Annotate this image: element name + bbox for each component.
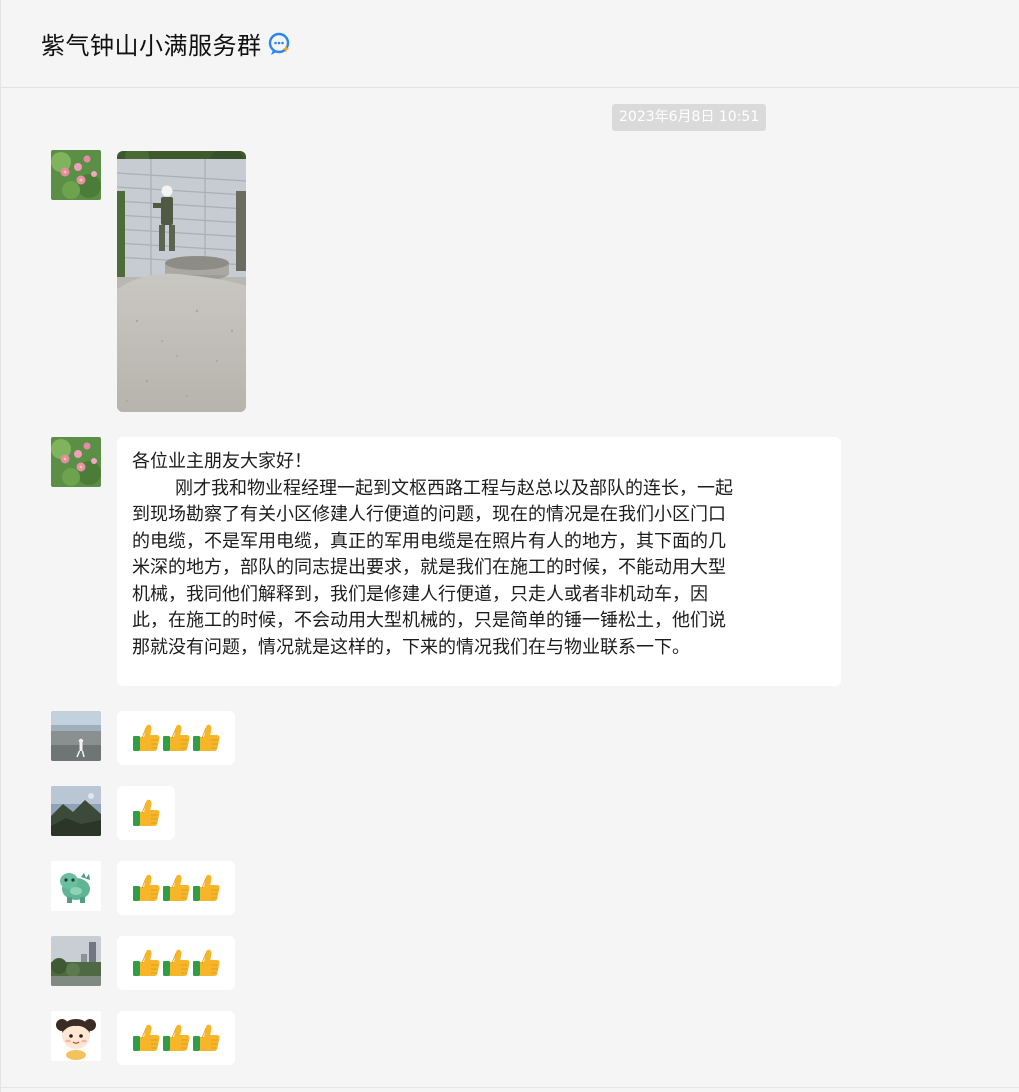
thumbs-up-icon	[131, 798, 161, 828]
chat-window: 紫气钟山小满服务群 2023年6月8日 10:51 各位业主朋友大家好！ 刚才我…	[0, 0, 1019, 1092]
thumbs-up-icon	[161, 723, 191, 753]
group-chat-icon[interactable]	[265, 28, 295, 58]
avatar-city-image	[51, 936, 101, 986]
chat-header: 紫气钟山小满服务群	[1, 0, 1019, 88]
emoji-message-bubble[interactable]	[117, 786, 175, 840]
message-line: 刚才我和物业程经理一起到文枢西路工程与赵总以及部队的连长，一起	[175, 477, 733, 499]
avatar[interactable]	[51, 1011, 101, 1061]
message-line: 那就没有问题，情况就是这样的，下来的情况我们在与物业联系一下。	[132, 636, 690, 658]
avatar[interactable]	[51, 861, 101, 911]
avatar-mountain-image	[51, 786, 101, 836]
message-timestamp: 2023年6月8日 10:51	[612, 104, 767, 131]
thumbs-up-icon	[191, 873, 221, 903]
emoji-message-bubble[interactable]	[117, 711, 235, 765]
thumbs-up-icon	[131, 948, 161, 978]
thumbs-up-icon	[161, 873, 191, 903]
avatar[interactable]	[51, 786, 101, 836]
message-line: 的电缆，不是军用电缆，真正的军用电缆是在照片有人的地方，其下面的几	[132, 530, 726, 552]
emoji-message-bubble[interactable]	[117, 861, 235, 915]
title-wrap: 紫气钟山小满服务群	[41, 24, 295, 62]
avatar[interactable]	[51, 936, 101, 986]
message-line: 机械，我同他们解释到，我们是修建人行便道，只走人或者非机动车，因	[132, 583, 708, 605]
text-message-bubble[interactable]: 各位业主朋友大家好！ 刚才我和物业程经理一起到文枢西路工程与赵总以及部队的连长，…	[117, 437, 841, 686]
emoji-message-bubble[interactable]	[117, 936, 235, 990]
message-line: 到现场勘察了有关小区修建人行便道的问题，现在的情况是在我们小区门口	[132, 504, 726, 525]
avatar[interactable]	[51, 437, 101, 487]
message-line: 各位业主朋友大家好！	[132, 451, 312, 472]
avatar[interactable]	[51, 711, 101, 761]
thumbs-up-icon	[131, 723, 161, 753]
emoji-message-bubble[interactable]	[117, 1011, 235, 1065]
thumbs-up-icon	[191, 1023, 221, 1053]
avatar-beach-image	[51, 711, 101, 761]
message-line: 米深的地方，部队的同志提出要求，就是我们在施工的时候，不能动用大型	[132, 557, 726, 578]
avatar-dinosaur-image	[51, 861, 101, 911]
construction-site-photo[interactable]	[117, 151, 246, 412]
thumbs-up-icon	[131, 873, 161, 903]
divider	[1, 1087, 1019, 1088]
thumbs-up-icon	[161, 948, 191, 978]
avatar-cartoon-girl-image	[51, 1011, 101, 1061]
message-line: 此，在施工的时候，不会动用大型机械的，只是简单的锤一锤松土，他们说	[132, 610, 726, 631]
group-title: 紫气钟山小满服务群	[41, 31, 262, 60]
thumbs-up-icon	[131, 1023, 161, 1053]
avatar-flowers-image	[51, 437, 101, 487]
avatar[interactable]	[51, 150, 101, 200]
thumbs-up-icon	[191, 948, 221, 978]
thumbs-up-icon	[191, 723, 221, 753]
avatar-flowers-image	[51, 150, 101, 200]
thumbs-up-icon	[161, 1023, 191, 1053]
